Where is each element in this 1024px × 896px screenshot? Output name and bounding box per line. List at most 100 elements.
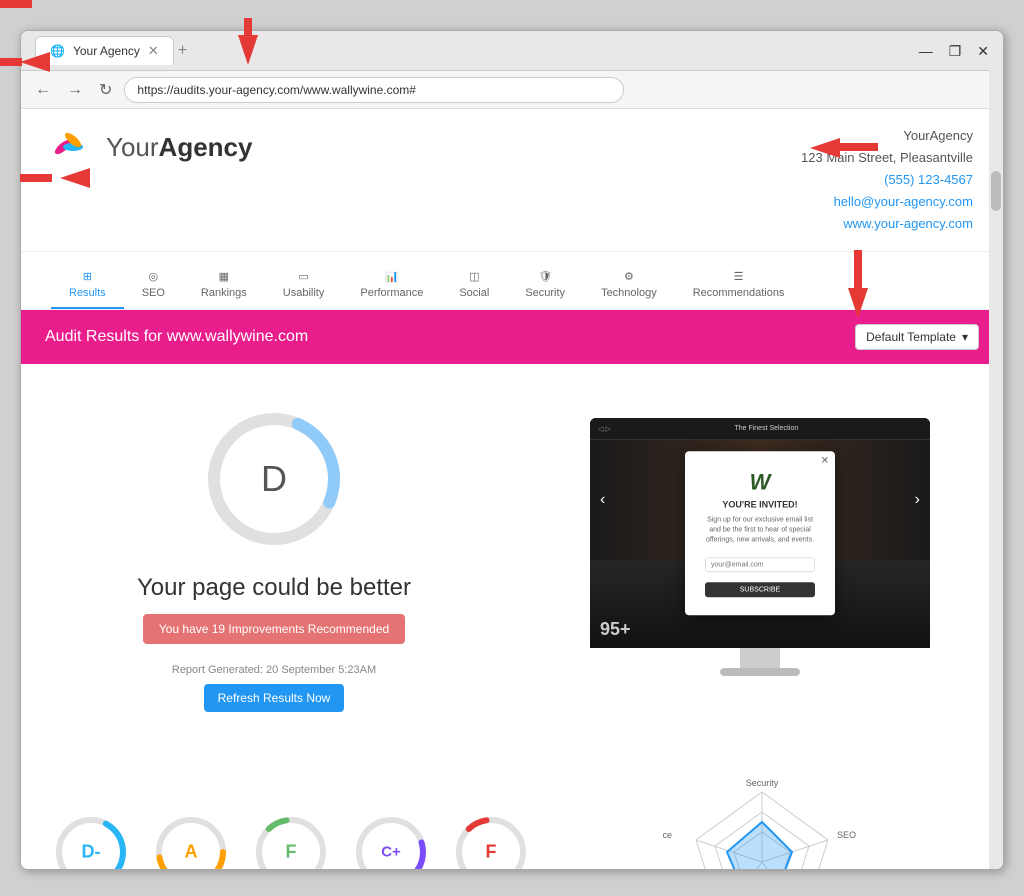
results-icon: ⊞: [83, 270, 92, 283]
circle-social: C+ Social: [351, 812, 431, 869]
template-label: Default Template: [866, 330, 956, 344]
site-header: YourAgency YourAgency 123 Main Street, P…: [21, 109, 1003, 252]
scrollbar-thumb[interactable]: [991, 171, 1001, 211]
popup-body: Sign up for our exclusive email list and…: [705, 516, 815, 545]
tab-rankings[interactable]: ▦ Rankings: [183, 262, 265, 309]
popup-close-button[interactable]: ✕: [821, 456, 829, 467]
monitor-area: ◁ ▷ The Finest Selection ‹ wine bottles …: [537, 384, 983, 732]
svg-text:Security: Security: [746, 778, 779, 788]
svg-text:Performance: Performance: [662, 830, 672, 840]
address-input[interactable]: [124, 77, 624, 103]
tab-title: Your Agency: [73, 44, 140, 58]
tab-close-button[interactable]: ✕: [148, 43, 159, 59]
logo-icon: [51, 125, 96, 170]
tab-social[interactable]: ◫ Social: [441, 262, 507, 309]
refresh-button[interactable]: Refresh Results Now: [204, 684, 345, 712]
popup-modal: ✕ W YOU'RE INVITED! Sign up for our excl…: [685, 452, 835, 615]
svg-text:SEO: SEO: [837, 830, 856, 840]
window-controls: — ❐ ✕: [915, 44, 993, 58]
performance-grade: F: [286, 842, 297, 863]
template-select[interactable]: Default Template ▾: [855, 324, 979, 350]
report-generated: Report Generated: 20 September 5:23AM: [172, 664, 376, 676]
popup-heading: YOU'RE INVITED!: [705, 500, 815, 510]
security-circle-chart: F: [451, 812, 531, 869]
chevron-down-icon: ▾: [962, 330, 968, 344]
audit-header: Audit Results for www.wallywine.com Defa…: [21, 310, 1003, 364]
tab-usability-label: Usability: [283, 287, 325, 299]
social-icon: ◫: [469, 270, 479, 283]
tab-performance-label: Performance: [360, 287, 423, 299]
usability-circle-chart: A: [151, 812, 231, 869]
tab-usability[interactable]: ▭ Usability: [265, 262, 343, 309]
monitor-base: [720, 668, 800, 676]
tab-results-label: Results: [69, 287, 106, 299]
circle-seo: D- SEO: [51, 812, 131, 869]
company-address: 123 Main Street, Pleasantville: [801, 147, 973, 169]
monitor-mockup: ◁ ▷ The Finest Selection ‹ wine bottles …: [590, 418, 930, 698]
tab-technology[interactable]: ⚙ Technology: [583, 262, 675, 309]
audit-title: Audit Results for www.wallywine.com: [45, 328, 308, 346]
performance-circle-chart: F: [251, 812, 331, 869]
nav-tabs: ⊞ Results ◎ SEO ▦ Rankings ▭ Usability 📊…: [21, 252, 1003, 310]
seo-circle-chart: D-: [51, 812, 131, 869]
minimize-button[interactable]: —: [915, 44, 937, 58]
audit-body: D Your page could be better You have 19 …: [21, 364, 1003, 752]
logo-text: YourAgency: [106, 132, 252, 163]
tab-seo[interactable]: ◎ SEO: [124, 262, 183, 309]
popup-subscribe-button[interactable]: SUBSCRIBE: [705, 582, 815, 597]
improvements-button[interactable]: You have 19 Improvements Recommended: [143, 614, 405, 644]
grade-donut: D: [199, 404, 349, 554]
new-tab-button[interactable]: +: [178, 42, 187, 60]
security-grade: F: [486, 842, 497, 863]
browser-addressbar: ← → ↻: [21, 71, 1003, 109]
tab-security[interactable]: 🛡 Security: [507, 262, 583, 309]
forward-button[interactable]: →: [63, 79, 87, 101]
company-website[interactable]: www.your-agency.com: [801, 213, 973, 235]
tab-recommendations[interactable]: ☰ Recommendations: [675, 262, 803, 309]
circle-security: F Security: [451, 812, 531, 869]
tab-technology-label: Technology: [601, 287, 657, 299]
refresh-button[interactable]: ↻: [95, 78, 116, 102]
circle-performance: F Performance: [251, 812, 331, 869]
browser-titlebar: 🌐 Your Agency ✕ + — ❐ ✕: [21, 31, 1003, 71]
tab-seo-label: SEO: [142, 287, 165, 299]
restore-button[interactable]: ❐: [945, 44, 966, 58]
monitor-stand: [740, 648, 780, 668]
social-grade: C+: [381, 844, 401, 861]
grade-letter: D: [261, 458, 287, 500]
score-tagline: Your page could be better: [137, 574, 411, 602]
audit-section: Audit Results for www.wallywine.com Defa…: [21, 310, 1003, 869]
browser-tab[interactable]: 🌐 Your Agency ✕: [35, 36, 174, 65]
page-content: YourAgency YourAgency 123 Main Street, P…: [21, 109, 1003, 869]
score-section: D Your page could be better You have 19 …: [41, 384, 507, 732]
popup-email-input[interactable]: [705, 557, 815, 572]
performance-icon: 📊: [385, 270, 399, 283]
tab-rankings-label: Rankings: [201, 287, 247, 299]
seo-grade: D-: [82, 842, 101, 863]
radar-chart-svg: Security SEO Social Mobile & UI Performa…: [662, 772, 862, 869]
social-circle-chart: C+: [351, 812, 431, 869]
browser-window: 🌐 Your Agency ✕ + — ❐ ✕ ← → ↻: [20, 30, 1004, 870]
rankings-icon: ▦: [219, 270, 229, 283]
back-button[interactable]: ←: [31, 79, 55, 101]
seo-icon: ◎: [149, 270, 159, 283]
usability-icon: ▭: [298, 270, 308, 283]
tab-social-label: Social: [459, 287, 489, 299]
recommendations-icon: ☰: [734, 270, 744, 283]
tab-security-label: Security: [525, 287, 565, 299]
technology-icon: ⚙: [624, 270, 634, 283]
company-email[interactable]: hello@your-agency.com: [801, 191, 973, 213]
monitor-screen: ◁ ▷ The Finest Selection ‹ wine bottles …: [590, 418, 930, 648]
tab-favicon: 🌐: [50, 44, 65, 58]
circle-usability: A Usability: [151, 812, 231, 869]
security-icon: 🛡: [538, 270, 552, 283]
scrollbar[interactable]: [989, 31, 1003, 869]
company-name: YourAgency: [801, 125, 973, 147]
tab-recommendations-label: Recommendations: [693, 287, 785, 299]
tab-results[interactable]: ⊞ Results: [51, 262, 124, 309]
company-phone[interactable]: (555) 123-4567: [801, 169, 973, 191]
contact-info: YourAgency 123 Main Street, Pleasantvill…: [801, 125, 973, 235]
radar-chart-container: Security SEO Social Mobile & UI Performa…: [551, 772, 973, 869]
tab-performance[interactable]: 📊 Performance: [342, 262, 441, 309]
usability-grade: A: [185, 842, 198, 863]
